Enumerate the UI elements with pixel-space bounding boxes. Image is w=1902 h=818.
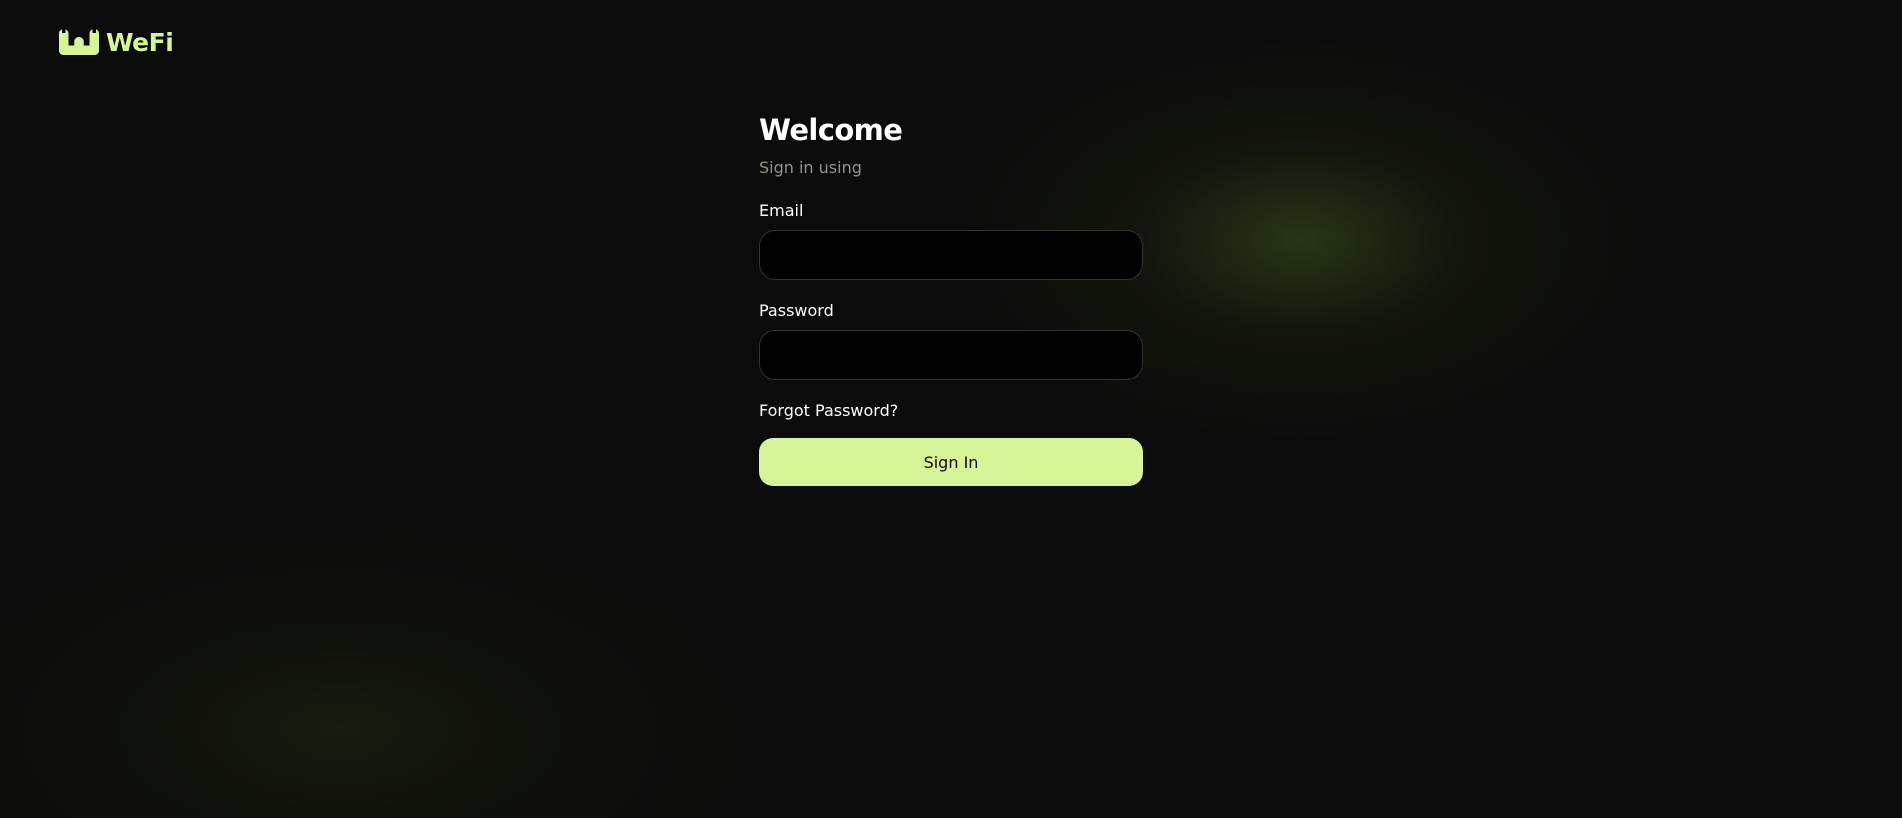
password-label: Password	[759, 301, 834, 320]
page-subtitle: Sign in using	[759, 158, 862, 177]
sign-in-button[interactable]: Sign In	[759, 438, 1143, 486]
forgot-password-link[interactable]: Forgot Password?	[759, 401, 898, 421]
password-field[interactable]	[759, 330, 1143, 380]
email-label: Email	[759, 201, 804, 220]
wefi-w-logo-icon	[59, 29, 99, 55]
email-field[interactable]	[759, 230, 1143, 280]
brand-name: WeFi	[106, 27, 174, 57]
brand-logo[interactable]: WeFi	[59, 27, 174, 57]
page-title: Welcome	[759, 113, 903, 147]
sign-in-form: Welcome Sign in using Email Password For…	[759, 112, 1143, 486]
